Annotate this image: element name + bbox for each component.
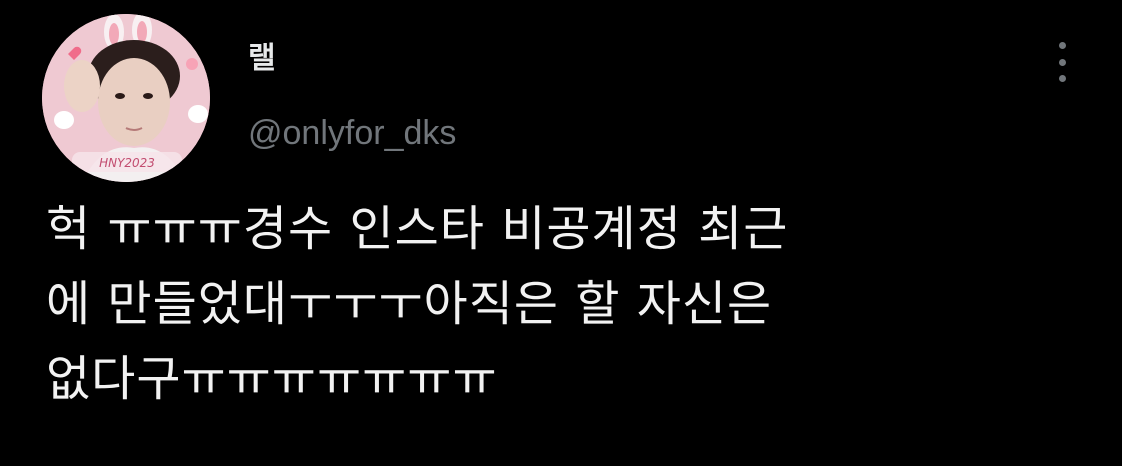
tweet-text-line: 헉 ㅠㅠㅠ경수 인스타 비공계정 최근 — [46, 201, 789, 257]
display-name[interactable]: 랠 — [248, 40, 276, 78]
more-vertical-icon — [1058, 42, 1066, 49]
user-handle[interactable]: @onlyfor_dks — [248, 112, 456, 154]
tweet-text: 헉 ㅠㅠㅠ경수 인스타 비공계정 최근 에 만들었대ㅜㅜㅜ아직은 할 자신은 없… — [46, 192, 1086, 417]
more-vertical-icon-dot-2 — [1058, 58, 1066, 66]
tweet-text-line: 없다구ㅠㅠㅠㅠㅠㅠㅠ — [46, 351, 498, 407]
avatar-image: HNY2023 — [42, 14, 210, 182]
tweet-card: HNY2023 랠 @onlyfor_dks 헉 ㅠㅠㅠ경수 인스타 비공계정 … — [0, 0, 1122, 466]
more-vertical-icon-dot-3 — [1058, 75, 1066, 82]
more-options-button[interactable] — [1046, 38, 1078, 86]
avatar[interactable]: HNY2023 — [42, 14, 210, 182]
avatar-caption: HNY2023 — [99, 156, 155, 170]
tweet-text-line: 에 만들었대ㅜㅜㅜ아직은 할 자신은 — [46, 276, 773, 332]
